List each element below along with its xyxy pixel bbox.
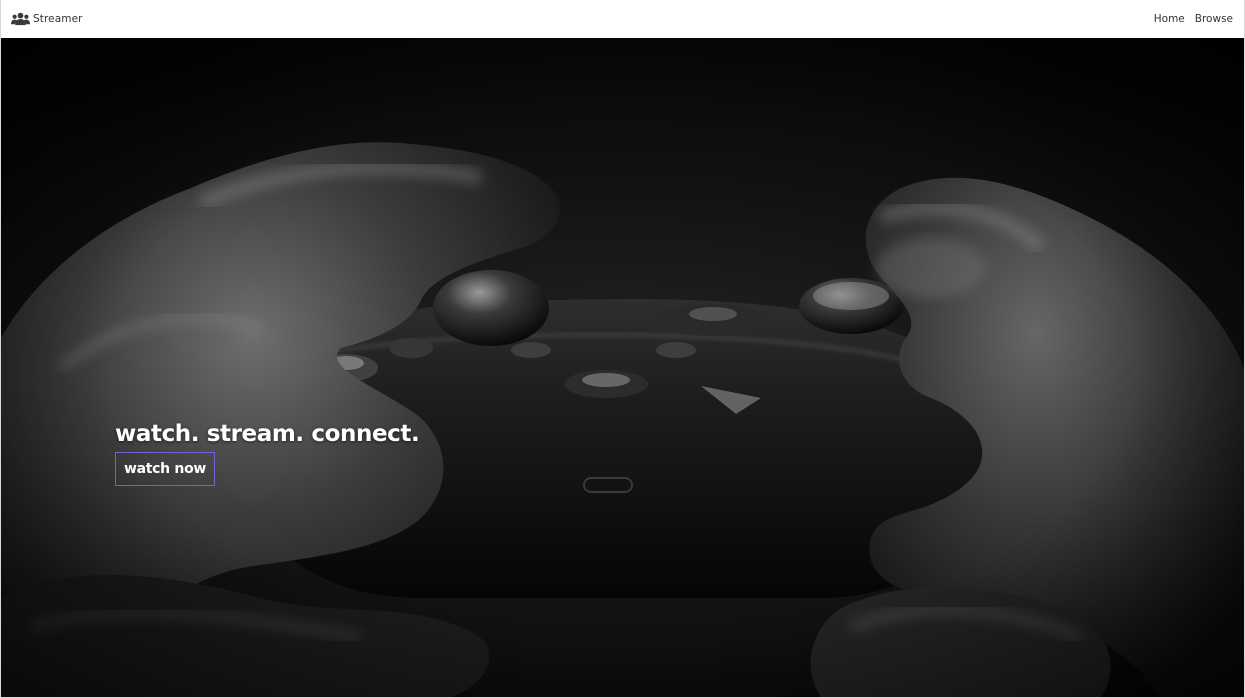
hero-banner: watch. stream. connect. watch now bbox=[1, 38, 1244, 697]
brand-label: Streamer bbox=[33, 13, 83, 25]
hero-copy: watch. stream. connect. watch now bbox=[115, 421, 420, 486]
users-icon bbox=[11, 12, 30, 26]
nav-link-home[interactable]: Home bbox=[1154, 13, 1185, 25]
game-controller-photo bbox=[1, 38, 1244, 697]
nav-links: Home Browse bbox=[1154, 13, 1233, 25]
watch-now-button[interactable]: watch now bbox=[115, 452, 216, 486]
hero-headline: watch. stream. connect. bbox=[115, 421, 420, 447]
navbar: Streamer Home Browse bbox=[1, 0, 1244, 38]
brand-link[interactable]: Streamer bbox=[11, 12, 83, 26]
page: Streamer Home Browse watch. stream. conn… bbox=[0, 0, 1245, 698]
nav-link-browse[interactable]: Browse bbox=[1195, 13, 1233, 25]
